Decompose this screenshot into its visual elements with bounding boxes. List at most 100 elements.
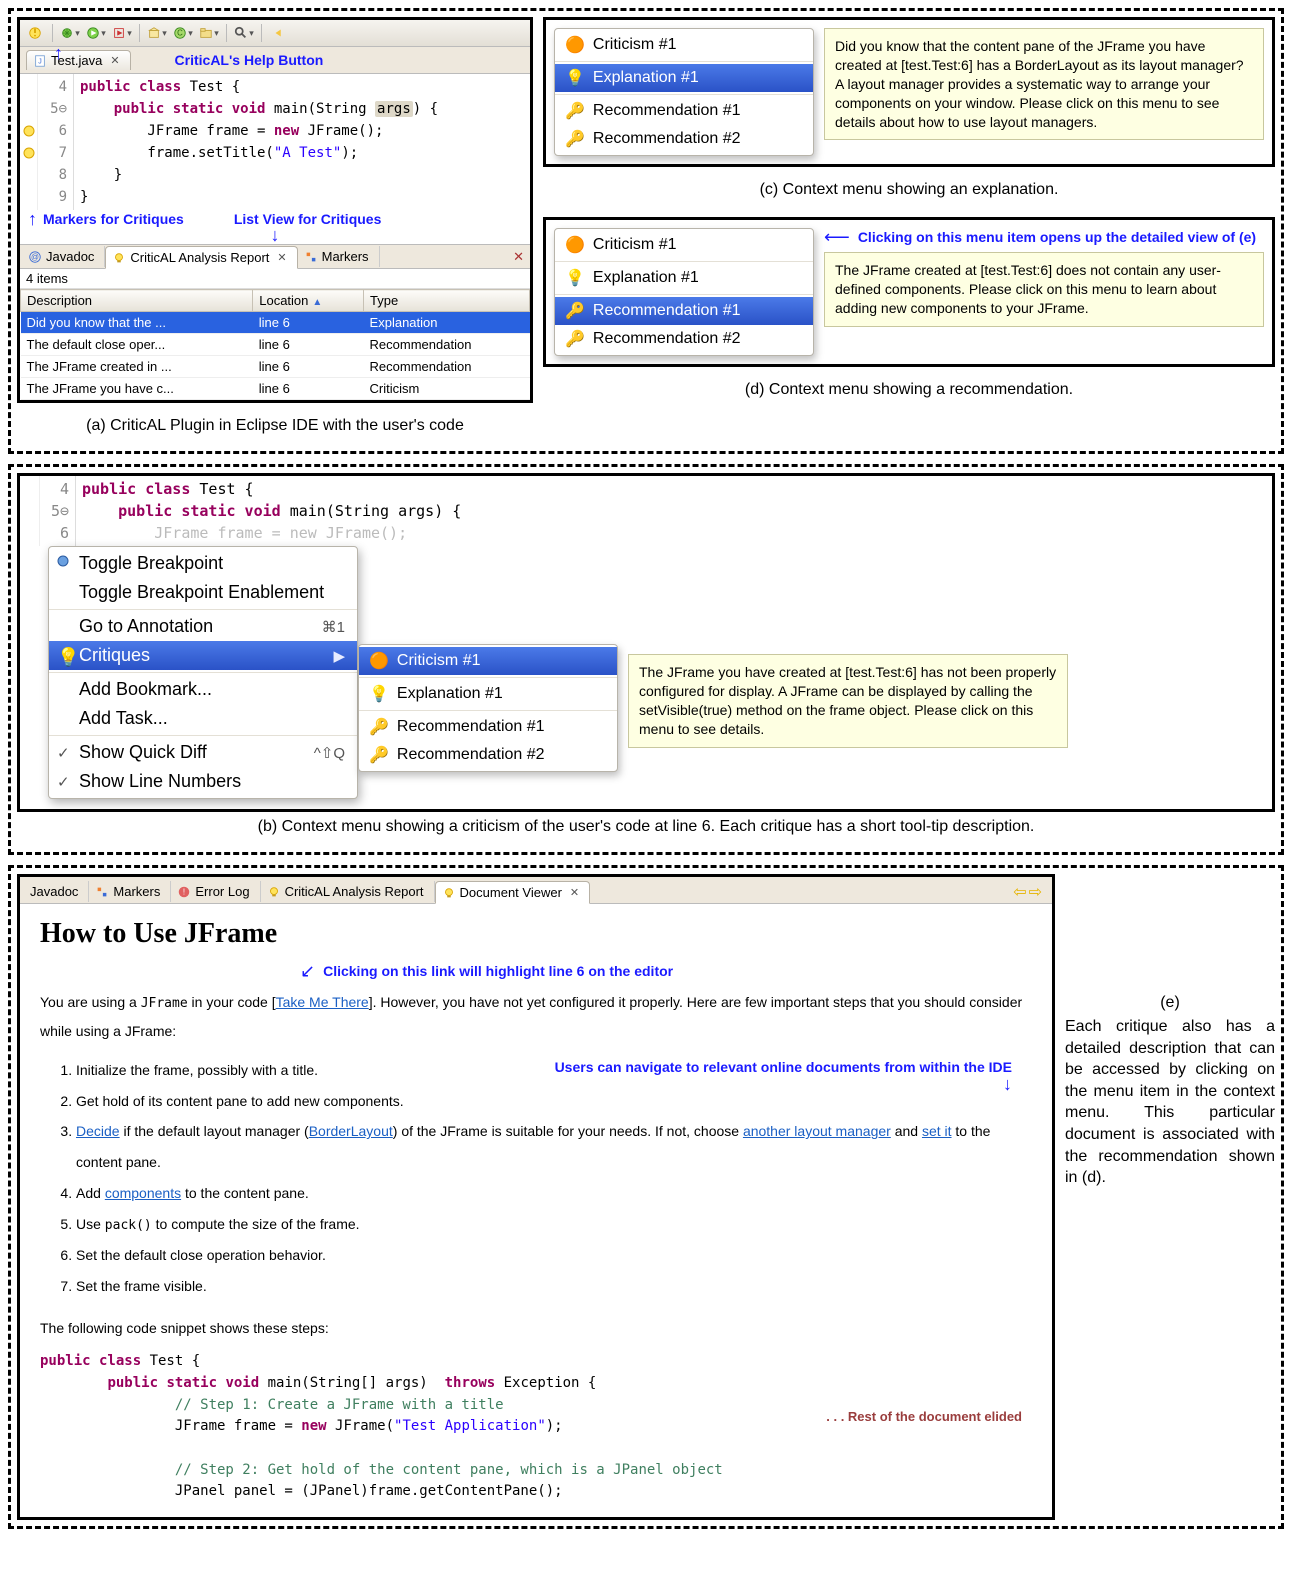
menu-criticism-1[interactable]: 🟠Criticism #1 [359, 647, 617, 675]
ctx-critiques[interactable]: 💡Critiques▶ [49, 641, 357, 670]
menu-recommendation-1[interactable]: 🔑Recommendation #1 [359, 713, 617, 741]
tooltip-explanation: Did you know that the content pane of th… [824, 28, 1264, 140]
document-content: How to Use JFrame ↙ Clicking on this lin… [20, 904, 1052, 1517]
link-take-me-there[interactable]: Take Me There [276, 994, 369, 1010]
table-row[interactable]: The JFrame you have c...line 6Criticism [21, 378, 530, 400]
menu-recommendation-2[interactable]: 🔑Recommendation #2 [359, 741, 617, 769]
menu-explanation-1[interactable]: 💡Explanation #1 [555, 264, 813, 292]
table-row[interactable]: The default close oper...line 6Recommend… [21, 334, 530, 356]
tab-test-java[interactable]: J Test.java ✕ [26, 50, 131, 70]
doc-link[interactable]: components [105, 1185, 181, 1201]
breakpoint-icon [57, 555, 69, 567]
menu-recommendation-2[interactable]: 🔑Recommendation #2 [555, 325, 813, 353]
marker-gutter [20, 476, 40, 546]
java-file-icon: J [33, 54, 47, 68]
doc-link[interactable]: set it [922, 1123, 952, 1139]
explanation-icon: 💡 [369, 684, 389, 704]
critical-help-icon[interactable] [24, 22, 46, 44]
tab-label: Javadoc [30, 884, 78, 899]
caption-b: (b) Context menu showing a criticism of … [17, 812, 1275, 846]
anno-listview: List View for Critiques [234, 211, 382, 227]
critique-table: Description Location▲ Type Did you know … [20, 289, 530, 400]
anno-e-nav: Users can navigate to relevant online do… [555, 1059, 1012, 1075]
critique-submenu: 🟠Criticism #1 💡Explanation #1 🔑Recommend… [358, 644, 618, 772]
tooltip-recommendation: The JFrame created at [test.Test:6] does… [824, 252, 1264, 327]
doc-link[interactable]: Decide [76, 1123, 120, 1139]
panel-d: 🟠Criticism #1 💡Explanation #1 🔑Recommend… [543, 217, 1275, 367]
bulb-icon [267, 885, 281, 899]
tab-critical-report[interactable]: CriticAL Analysis Report [261, 881, 435, 902]
caption-c: (c) Context menu showing an explanation. [543, 175, 1275, 209]
col-type[interactable]: Type [364, 290, 530, 312]
ctx-toggle-breakpoint-enablement[interactable]: Toggle Breakpoint Enablement [49, 578, 357, 607]
tab-markers[interactable]: Markers [298, 246, 380, 267]
tab-markers[interactable]: Markers [89, 881, 171, 902]
anno-d-click: Clicking on this menu item opens up the … [858, 229, 1256, 245]
list-item: Add components to the content pane. [76, 1178, 1032, 1209]
ctx-toggle-breakpoint[interactable]: Toggle Breakpoint [49, 549, 357, 578]
menu-recommendation-1[interactable]: 🔑Recommendation #1 [555, 97, 813, 125]
new-class-icon[interactable]: C [172, 22, 194, 44]
anno-e-link: Clicking on this link will highlight lin… [323, 963, 673, 979]
anno-markers: Markers for Critiques [43, 211, 184, 227]
criticism-icon: 🟠 [565, 235, 585, 255]
criticism-icon: 🟠 [565, 35, 585, 55]
run-icon[interactable] [85, 22, 107, 44]
close-icon[interactable]: ✕ [110, 54, 119, 67]
tab-label: CriticAL Analysis Report [285, 884, 424, 899]
arrow-icon: ↑ [54, 44, 63, 62]
at-icon: @ [28, 250, 42, 264]
tab-javadoc[interactable]: @ Javadoc [22, 246, 105, 267]
caption-e-label: (e) [1065, 994, 1275, 1012]
menu-criticism-1[interactable]: 🟠Criticism #1 [555, 31, 813, 59]
close-icon[interactable]: ✕ [570, 886, 579, 899]
menu-explanation-1[interactable]: 💡Explanation #1 [555, 64, 813, 92]
criticism-icon: 🟠 [369, 651, 389, 671]
table-row[interactable]: The JFrame created in ...line 6Recommend… [21, 356, 530, 378]
doc-snippet-intro: The following code snippet shows these s… [40, 1314, 1032, 1343]
menu-recommendation-1[interactable]: 🔑Recommendation #1 [555, 297, 813, 325]
ctx-show-quick-diff[interactable]: Show Quick Diff^⇧Q [49, 738, 357, 767]
table-row[interactable]: Did you know that the ...line 6Explanati… [21, 312, 530, 334]
back-icon[interactable]: ⇦ [1013, 882, 1026, 902]
tab-critical-report[interactable]: CriticAL Analysis Report ✕ [105, 246, 297, 269]
menu-criticism-1[interactable]: 🟠Criticism #1 [555, 231, 813, 259]
new-package-icon[interactable] [146, 22, 168, 44]
panel-b: 45⊖6 public class Test { public static v… [17, 473, 1275, 812]
list-item: Use pack() to compute the size of the fr… [76, 1209, 1032, 1241]
tab-label: Markers [322, 249, 369, 264]
panel-c: 🟠Criticism #1 💡Explanation #1 🔑Recommend… [543, 17, 1275, 167]
col-description[interactable]: Description [21, 290, 253, 312]
new-folder-icon[interactable] [198, 22, 220, 44]
forward-icon[interactable]: ⇨ [1029, 882, 1042, 902]
caption-a: (a) CriticAL Plugin in Eclipse IDE with … [17, 411, 533, 445]
doc-link[interactable]: BorderLayout [309, 1123, 393, 1139]
ctx-go-to-annotation[interactable]: Go to Annotation⌘1 [49, 612, 357, 641]
ctx-add-task[interactable]: Add Task... [49, 704, 357, 733]
recommendation-icon: 🔑 [369, 717, 389, 737]
doc-link[interactable]: another layout manager [743, 1123, 891, 1139]
tab-document-viewer[interactable]: Document Viewer ✕ [435, 881, 591, 904]
ctx-show-line-numbers[interactable]: Show Line Numbers [49, 767, 357, 796]
code-editor[interactable]: 45⊖6789 public class Test { public stati… [20, 74, 530, 210]
tab-label: Markers [113, 884, 160, 899]
col-location[interactable]: Location▲ [253, 290, 364, 312]
elided-note: . . . Rest of the document elided [826, 1409, 1022, 1424]
arrow-icon: ⟵ [824, 228, 850, 246]
svg-text:C: C [177, 29, 183, 38]
code-editor[interactable]: 45⊖6 public class Test { public static v… [20, 476, 1272, 546]
prev-anno-icon[interactable] [268, 22, 290, 44]
close-icon[interactable]: ✕ [507, 246, 530, 268]
markers-icon [95, 885, 109, 899]
menu-recommendation-2[interactable]: 🔑Recommendation #2 [555, 125, 813, 153]
ext-tools-icon[interactable] [111, 22, 133, 44]
bulb-icon [112, 251, 126, 265]
tab-error-log[interactable]: !Error Log [171, 881, 260, 902]
search-icon[interactable] [233, 22, 255, 44]
tab-javadoc[interactable]: Javadoc [24, 881, 89, 902]
close-icon[interactable]: ✕ [277, 251, 286, 264]
tab-label: Document Viewer [460, 885, 562, 900]
menu-explanation-1[interactable]: 💡Explanation #1 [359, 680, 617, 708]
doc-title: How to Use JFrame [40, 918, 1032, 950]
ctx-add-bookmark[interactable]: Add Bookmark... [49, 675, 357, 704]
